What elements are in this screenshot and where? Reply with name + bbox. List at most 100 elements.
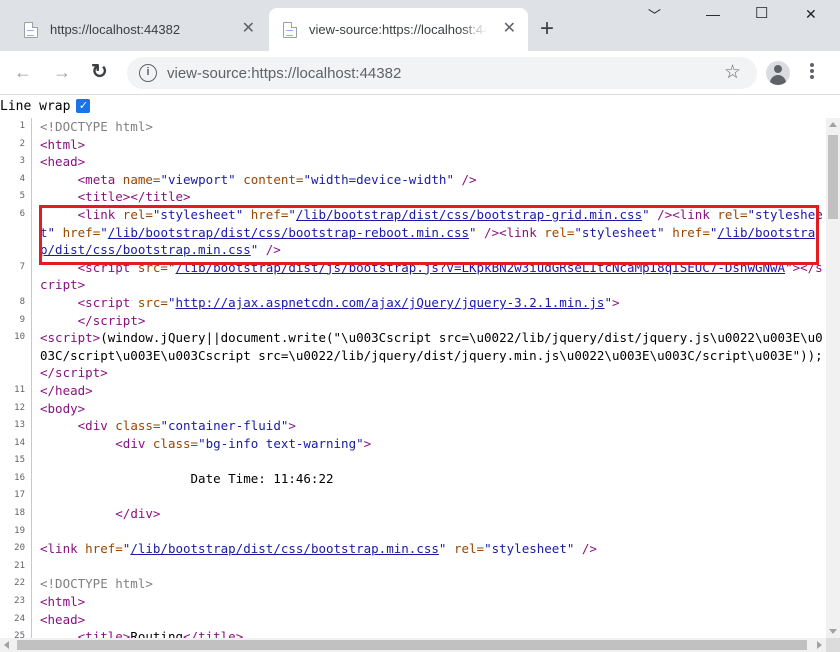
tab-search-icon[interactable]: ﹀ <box>648 6 661 26</box>
address-bar[interactable]: i view-source:https://localhost:44382 ☆ <box>127 57 757 89</box>
line-wrap-label: Line wrap <box>0 98 71 114</box>
horizontal-scrollbar[interactable] <box>0 638 826 652</box>
tab-view-source[interactable]: view-source:https://localhost:44382 ✕ <box>269 8 528 51</box>
close-window-button[interactable]: ✕ <box>805 4 817 24</box>
line-number: 22 <box>0 575 32 594</box>
scroll-thumb[interactable] <box>828 135 838 219</box>
line-code: <script>(window.jQuery||document.write("… <box>40 330 823 381</box>
tab-title: view-source:https://localhost:44382 <box>309 22 487 37</box>
close-icon[interactable]: ✕ <box>503 21 516 37</box>
scroll-up-icon[interactable] <box>829 122 837 127</box>
line-code: <div class="container-fluid"> <box>77 418 296 434</box>
scroll-right-icon[interactable] <box>817 641 822 649</box>
line-number: 16 <box>0 469 32 488</box>
line-code: <meta name="viewport" content="width=dev… <box>77 171 477 187</box>
scroll-corner <box>826 638 840 652</box>
source-line: 21 <box>0 557 826 576</box>
line-code: </script> <box>77 312 146 328</box>
source-line: 10 <script>(window.jQuery||document.write… <box>0 329 826 382</box>
line-code: <link rel="stylesheet" href="/lib/bootst… <box>40 206 823 258</box>
line-code: <html> <box>40 594 86 610</box>
line-number: 7 <box>0 258 32 294</box>
source-line: 23 <html> <box>0 593 826 611</box>
bookmark-star-icon[interactable]: ☆ <box>724 62 741 84</box>
line-number: 19 <box>0 522 32 541</box>
line-code: Date Time: 11:46:22 <box>40 470 334 486</box>
source-line: 3 <head> <box>0 153 826 171</box>
scroll-thumb[interactable] <box>17 640 807 650</box>
source-line: 22 <!DOCTYPE html> <box>0 575 826 594</box>
toolbar: ← → ↻ i view-source:https://localhost:44… <box>0 51 840 95</box>
source-link[interactable]: /lib/bootstrap/dist/css/bootstrap-grid.m… <box>296 207 642 222</box>
source-line: 11 </head> <box>0 381 826 400</box>
url-text[interactable]: view-source:https://localhost:44382 <box>167 65 401 82</box>
maximize-button[interactable]: ☐ <box>755 4 768 24</box>
line-code: <script src="http://ajax.aspnetcdn.com/a… <box>77 294 620 310</box>
source-link[interactable]: /lib/bootstrap/dist/css/bootstrap.min.cs… <box>130 541 439 556</box>
source-line: 19 <box>0 522 826 541</box>
line-wrap-checkbox[interactable]: ✓ <box>76 99 91 113</box>
close-icon[interactable]: ✕ <box>242 21 255 37</box>
forward-button[interactable]: → <box>53 61 71 83</box>
line-number: 6 <box>0 205 32 259</box>
source-line: 12 <body> <box>0 399 826 418</box>
new-tab-button[interactable]: + <box>540 17 554 41</box>
tab-title: https://localhost:44382 <box>50 22 181 37</box>
line-number: 25 <box>0 628 32 638</box>
back-button[interactable]: ← <box>14 61 32 83</box>
line-code: <div class="bg-info text-warning"> <box>115 435 372 451</box>
source-view: 1 <!DOCTYPE html> 2 <html> 3 <head> 4 <meta na… <box>0 118 826 638</box>
profile-avatar[interactable] <box>766 61 790 85</box>
line-number: 3 <box>0 153 32 171</box>
source-line: 7 <script src="/lib/bootstrap/dist/js/bo… <box>0 258 826 294</box>
tab-localhost[interactable]: https://localhost:44382 ✕ <box>0 8 265 51</box>
line-number: 10 <box>0 329 32 382</box>
source-line: 17 <box>0 487 826 506</box>
line-code: <head> <box>40 154 86 170</box>
tab-strip: https://localhost:44382 ✕ view-source:ht… <box>0 0 840 51</box>
line-code: </head> <box>40 382 93 398</box>
line-number: 18 <box>0 505 32 523</box>
source-line: 1 <!DOCTYPE html> <box>0 118 826 136</box>
info-icon[interactable]: i <box>139 64 157 82</box>
line-code: <link href="/lib/bootstrap/dist/css/boot… <box>40 541 597 557</box>
line-number: 20 <box>0 540 32 558</box>
scroll-left-icon[interactable] <box>4 641 9 649</box>
source-line: 5 <title></title> <box>0 188 826 206</box>
reload-button[interactable]: ↻ <box>91 61 108 83</box>
line-number: 1 <box>0 118 32 136</box>
line-code: <head> <box>40 611 86 627</box>
source-link[interactable]: http://ajax.aspnetcdn.com/ajax/jQuery/jq… <box>176 295 605 310</box>
source-line: 4 <meta name="viewport" content="width=d… <box>0 170 826 189</box>
line-number: 13 <box>0 417 32 435</box>
avatar-head <box>774 65 782 73</box>
source-line: 13 <div class="container-fluid"> <box>0 417 826 435</box>
page-icon <box>283 21 297 38</box>
page-icon <box>24 21 38 38</box>
source-line: 9 </script> <box>0 311 826 330</box>
line-number: 5 <box>0 188 32 206</box>
source-line: 2 <html> <box>0 135 826 154</box>
vertical-scrollbar[interactable] <box>826 118 840 638</box>
source-line: 16 Date Time: 11:46:22 <box>0 469 826 488</box>
scroll-down-icon[interactable] <box>829 629 837 634</box>
source-link[interactable]: /lib/bootstrap/dist/css/bootstrap-reboot… <box>108 225 469 240</box>
line-number: 17 <box>0 487 32 506</box>
source-line: 14 <div class="bg-info text-warning"> <box>0 434 826 453</box>
source-line: 15 <box>0 452 826 470</box>
line-code: </div> <box>115 506 161 522</box>
line-code: <script src="/lib/bootstrap/dist/js/boot… <box>40 259 823 293</box>
line-number: 12 <box>0 399 32 418</box>
line-number: 11 <box>0 381 32 400</box>
source-line: 25 <title>Routing</title> <box>0 628 826 638</box>
avatar-body <box>770 75 786 85</box>
minimize-button[interactable]: — <box>706 4 720 24</box>
source-link[interactable]: /lib/bootstrap/dist/js/bootstrap.js?v=LK… <box>176 260 786 275</box>
line-number: 23 <box>0 593 32 611</box>
source-line: 18 </div> <box>0 505 826 523</box>
source-line: 8 <script src="http://ajax.aspnetcdn.com… <box>0 293 826 312</box>
line-code: <!DOCTYPE html> <box>40 119 153 134</box>
menu-icon[interactable] <box>810 63 814 81</box>
